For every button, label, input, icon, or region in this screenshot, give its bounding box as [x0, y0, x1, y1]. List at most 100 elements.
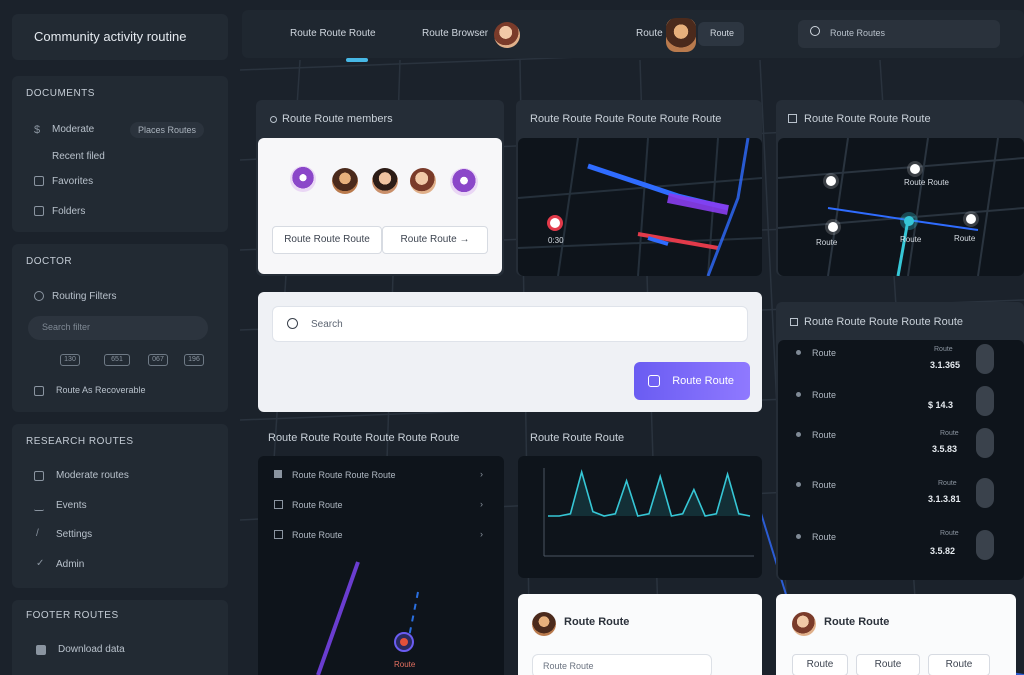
clock-icon: [34, 176, 44, 186]
node-pin[interactable]: [826, 176, 836, 186]
user-avatar-1[interactable]: [494, 22, 520, 48]
code-chip[interactable]: 067: [148, 354, 168, 366]
code-chip[interactable]: 130: [60, 354, 80, 366]
search-submit-button[interactable]: Route Route: [634, 362, 750, 400]
app-title: Community activity routine: [34, 29, 187, 44]
route-heat-title: Route Route Route Route Route Route: [530, 113, 722, 125]
members-list: Route Route Route Route Route →: [258, 138, 502, 274]
list-item[interactable]: Route Route: [292, 530, 343, 540]
list-card: Route Route Route Route › Route Route › …: [258, 456, 504, 675]
nav-link-3[interactable]: Route: [636, 28, 663, 39]
sidebar-section-doctor: DOCTOR Routing Filters Search filter 130…: [12, 244, 228, 412]
stat-row-value: 3.1.3.81: [928, 494, 961, 504]
profile-avatar[interactable]: [532, 612, 556, 636]
route-heat-map[interactable]: 0:30: [518, 138, 762, 276]
profile-avatar[interactable]: [792, 612, 816, 636]
members-button-1[interactable]: Route Route Route: [272, 226, 382, 254]
route-heat-card: Route Route Route Route Route Route 0:30: [516, 100, 762, 276]
member-avatar[interactable]: [410, 168, 436, 194]
stat-row-label: Route: [812, 480, 837, 490]
profile-card-2: Route Route Route Route Route: [776, 594, 1016, 675]
stat-row-value: 3.5.83: [932, 444, 958, 454]
stat-row-label: Route: [812, 430, 837, 440]
link-icon: [34, 386, 44, 396]
pen-icon: /: [36, 528, 39, 539]
grid-icon: [274, 470, 282, 478]
sidebar-item-favorites[interactable]: Favorites: [52, 176, 93, 187]
square-icon: [274, 530, 283, 539]
sidebar-item-folders[interactable]: Folders: [52, 206, 85, 217]
sidebar-item-moderate-routes[interactable]: Moderate routes: [56, 470, 129, 481]
sidebar-item-events[interactable]: Events: [56, 500, 87, 511]
list-item[interactable]: Route Route: [292, 500, 343, 510]
route-recoverable-label[interactable]: Route As Recoverable: [56, 385, 146, 395]
nav-link-1[interactable]: Route Route Route: [290, 28, 376, 39]
stat-row-sub: Route: [938, 480, 957, 487]
info-icon: [34, 291, 44, 301]
node-pin[interactable]: [966, 214, 976, 224]
box-icon: [648, 375, 660, 387]
chevron-icon: ›: [480, 469, 483, 479]
route-nodes-map[interactable]: Route Route Route Route Route: [778, 138, 1024, 276]
code-chip[interactable]: 651: [104, 354, 130, 366]
filter-input[interactable]: Search filter: [28, 316, 208, 340]
top-action-label: Route: [710, 28, 735, 38]
square-icon: [274, 500, 283, 509]
stat-row-value: $ 14.3: [928, 400, 954, 410]
node-pin[interactable]: [828, 222, 838, 232]
route-nodes-svg: [778, 138, 1024, 276]
members-button-2[interactable]: Route Route →: [382, 226, 488, 254]
sidebar-section-title: DOCTOR: [26, 256, 73, 267]
code-chip[interactable]: 196: [184, 354, 204, 366]
row-toggle[interactable]: [976, 428, 994, 458]
top-bar: Route Route Route Route Browser Route Ro…: [242, 10, 1024, 62]
sidebar-item-admin[interactable]: Admin: [56, 559, 84, 570]
line-chart: [543, 468, 754, 557]
node-pin[interactable]: [910, 164, 920, 174]
download-data-link[interactable]: Download data: [58, 644, 125, 655]
member-avatar[interactable]: [332, 168, 358, 194]
heat-pin[interactable]: [550, 218, 560, 228]
profile-tab[interactable]: Route: [792, 654, 848, 675]
sidebar-section-title: RESEARCH ROUTES: [26, 436, 134, 447]
list-icon: [34, 501, 44, 511]
row-toggle[interactable]: [976, 344, 994, 374]
row-toggle[interactable]: [976, 386, 994, 416]
nav-link-2[interactable]: Route Browser: [422, 28, 488, 39]
sidebar-item-moderate[interactable]: Moderate: [52, 124, 94, 135]
sidebar-section-title: DOCUMENTS: [26, 88, 95, 99]
dollar-icon: $: [34, 124, 41, 136]
route-nodes-card: Route Route Route Route Route Route Rout…: [776, 100, 1024, 276]
row-toggle[interactable]: [976, 478, 994, 508]
filter-input-placeholder: Search filter: [42, 322, 91, 332]
places-routes-chip[interactable]: Places Routes: [130, 122, 205, 138]
route-nodes-title: Route Route Route Route: [804, 113, 931, 125]
sidebar-item-recent[interactable]: Recent filed: [52, 151, 105, 162]
list-map-badge: Route: [394, 660, 416, 669]
main-search-input[interactable]: Search: [272, 306, 748, 342]
member-avatar[interactable]: [450, 168, 478, 196]
row-dot: [796, 432, 801, 437]
route-heat-svg: [518, 138, 762, 276]
list-item[interactable]: Route Route Route Route: [292, 470, 396, 480]
routing-filters-label[interactable]: Routing Filters: [52, 291, 116, 302]
members-card-title: Route Route members: [282, 113, 393, 125]
profile-input[interactable]: Route Route: [532, 654, 712, 675]
user-avatar-2[interactable]: [666, 18, 696, 52]
member-avatar[interactable]: [372, 168, 398, 194]
top-action-button[interactable]: Route: [698, 22, 744, 46]
stats-list: Route Route 3.1.365 Route $ 14.3 Route R…: [778, 340, 1024, 580]
node-pin-active[interactable]: [904, 216, 914, 226]
row-toggle[interactable]: [976, 530, 994, 560]
chart-area: [548, 472, 750, 516]
top-search-placeholder: Route Routes: [830, 28, 886, 38]
nav-indicator: [346, 58, 368, 62]
sidebar-item-settings[interactable]: Settings: [56, 529, 92, 540]
top-search[interactable]: Route Routes: [798, 20, 1000, 48]
profile-tab[interactable]: Route: [928, 654, 990, 675]
sidebar-section-documents: DOCUMENTS $ Moderate Places Routes Recen…: [12, 76, 228, 232]
stat-row-sub: Route: [940, 430, 959, 437]
profile-tab[interactable]: Route: [856, 654, 920, 675]
member-avatar[interactable]: [290, 166, 316, 192]
heat-pin-label: 0:30: [548, 236, 564, 245]
